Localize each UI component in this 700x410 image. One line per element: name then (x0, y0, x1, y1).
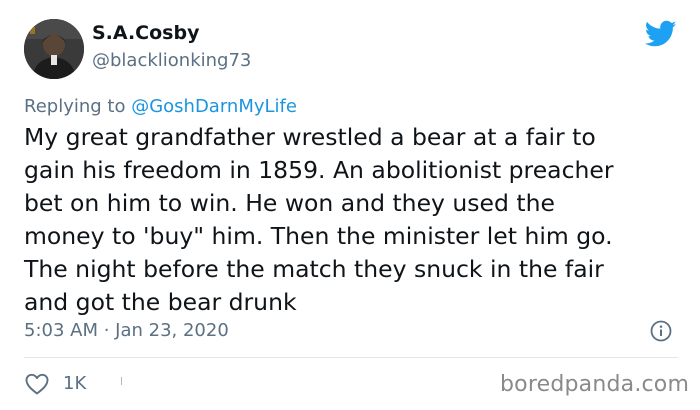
tweet-timestamp[interactable]: 5:03 AM · Jan 23, 2020 (24, 320, 229, 341)
reply-context: Replying to @GoshDarnMyLife (24, 96, 297, 117)
user-handle[interactable]: @blacklionking73 (92, 50, 251, 71)
tweet-text-line: and got the bear drunk (24, 288, 297, 316)
divider-tick (121, 377, 122, 385)
reply-mention-link[interactable]: @GoshDarnMyLife (131, 96, 297, 117)
tweet-text-line: money to 'buy" him. Then the minister le… (24, 222, 613, 250)
divider (24, 357, 678, 358)
avatar[interactable] (24, 19, 84, 79)
like-count: 1K (63, 373, 87, 394)
heart-icon[interactable] (24, 372, 50, 396)
tweet-text: My great grandfather wrestled a bear at … (24, 121, 684, 319)
reply-prefix: Replying to (24, 96, 132, 117)
display-name[interactable]: S.A.Cosby (92, 22, 199, 44)
info-icon[interactable] (650, 320, 672, 342)
tweet-text-line: bet on him to win. He won and they used … (24, 189, 555, 217)
watermark: boredpanda.com (500, 372, 690, 397)
tweet-text-line: gain his freedom in 1859. An abolitionis… (24, 156, 614, 184)
twitter-bird-icon[interactable] (645, 20, 677, 48)
avatar-photo (24, 19, 84, 79)
tweet-text-line: The night before the match they snuck in… (24, 255, 604, 283)
tweet-text-line: My great grandfather wrestled a bear at … (24, 123, 596, 151)
